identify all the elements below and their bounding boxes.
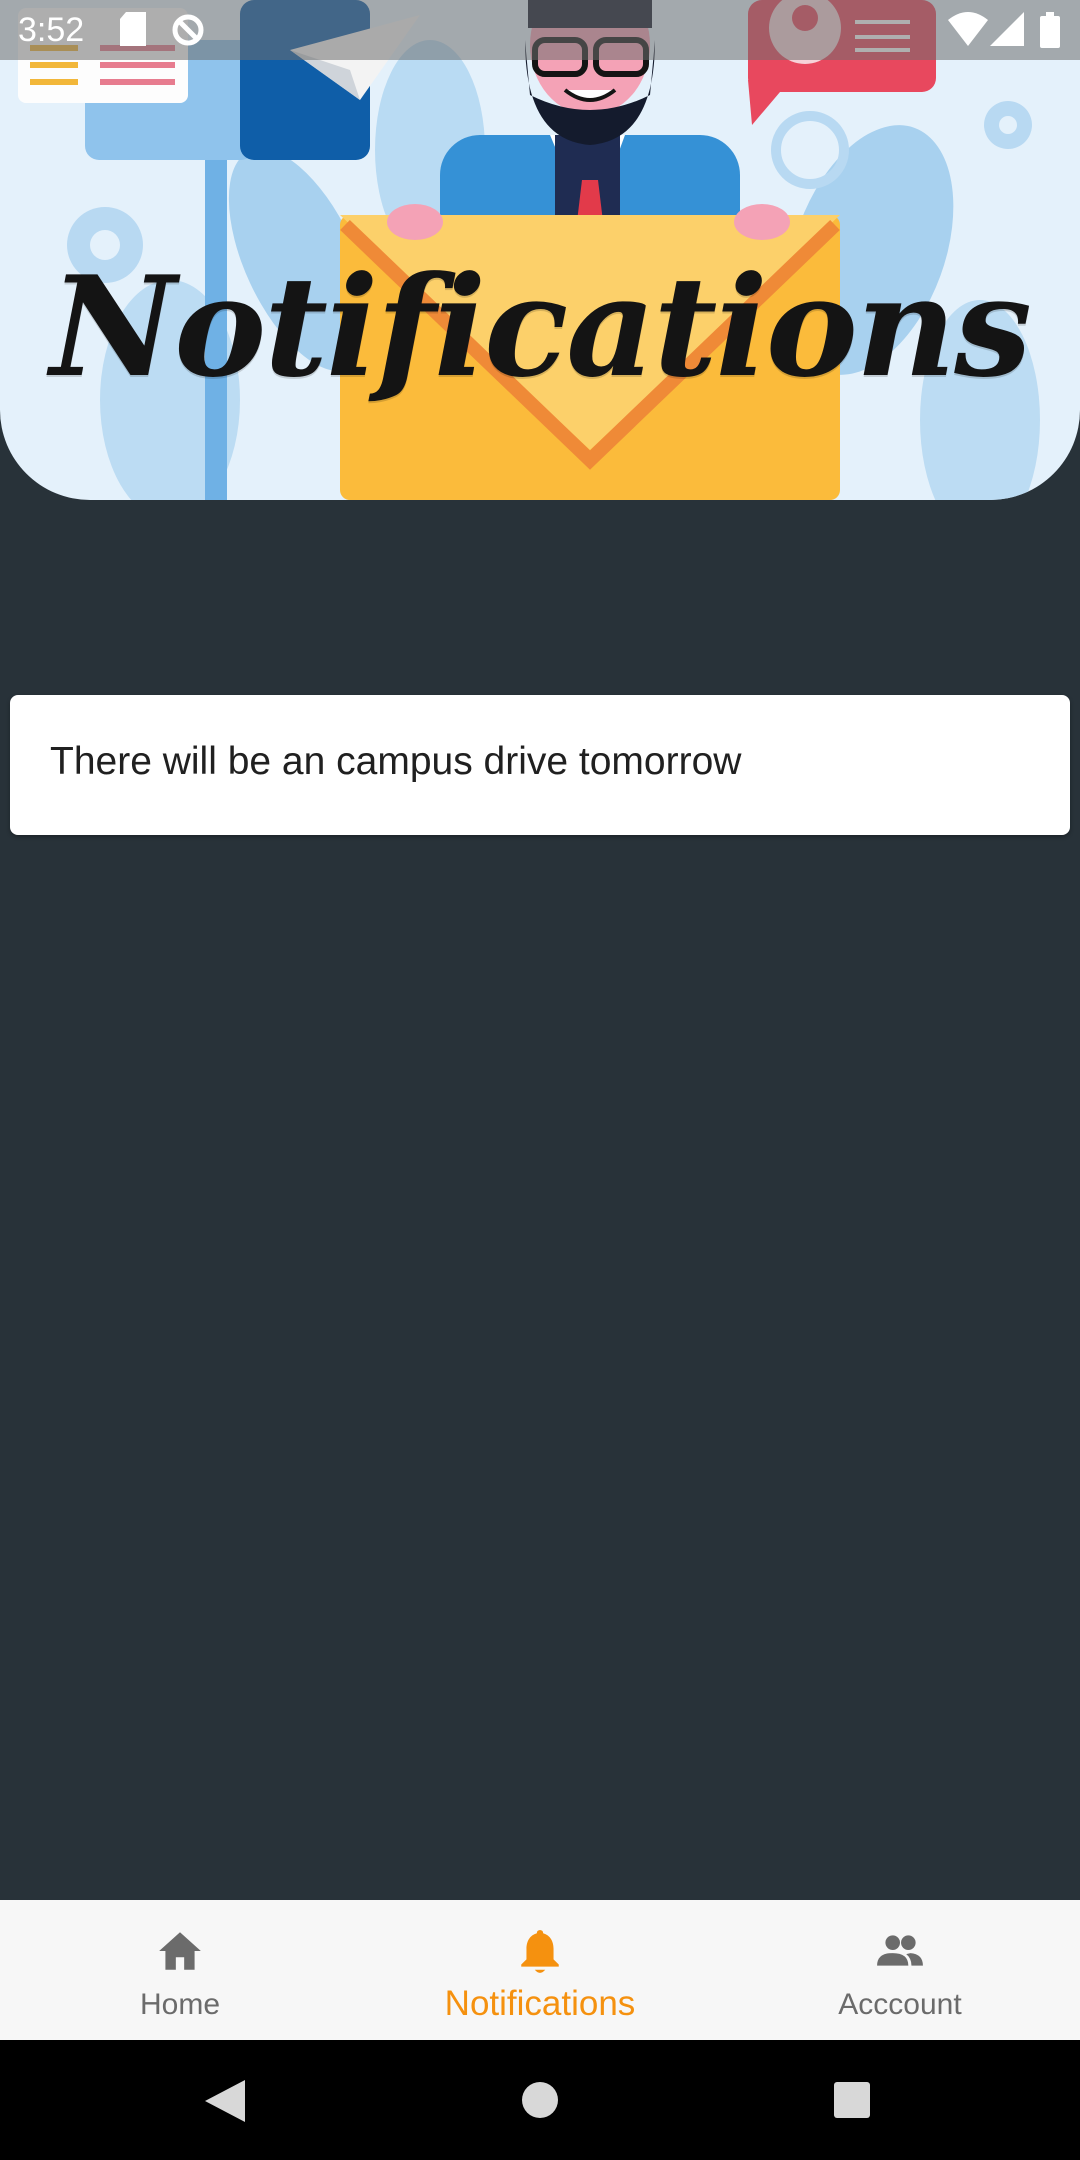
nav-item-home[interactable]: Home <box>0 1900 360 2040</box>
nav-item-notifications[interactable]: Notifications <box>360 1900 720 2040</box>
status-bar: 3:52 <box>0 0 1080 60</box>
recents-icon[interactable] <box>832 2080 872 2120</box>
wifi-icon <box>948 12 988 46</box>
back-icon[interactable] <box>205 2080 245 2122</box>
signal-icon <box>990 12 1024 46</box>
notification-card[interactable]: There will be an campus drive tomorrow <box>10 695 1070 835</box>
bottom-navigation: Home Notifications Acccount <box>0 1900 1080 2040</box>
notifications-header-banner: Notifications <box>0 0 1080 500</box>
nav-label-account: Acccount <box>838 1988 962 2021</box>
sd-card-icon <box>120 12 146 46</box>
notification-text: There will be an campus drive tomorrow <box>50 740 742 783</box>
battery-icon <box>1040 12 1060 48</box>
nav-label-home: Home <box>139 1988 221 2021</box>
home-icon <box>159 1932 201 1970</box>
nav-label-notifications: Notifications <box>444 1984 636 2023</box>
page-title: Notifications <box>50 245 1032 408</box>
bell-icon <box>521 1930 559 1973</box>
home-circle-icon[interactable] <box>520 2080 560 2120</box>
system-navigation-bar <box>0 2040 1080 2160</box>
people-icon <box>877 1935 923 1966</box>
sync-icon <box>172 14 204 46</box>
nav-item-account[interactable]: Acccount <box>720 1900 1080 2040</box>
status-time: 3:52 <box>18 11 85 49</box>
